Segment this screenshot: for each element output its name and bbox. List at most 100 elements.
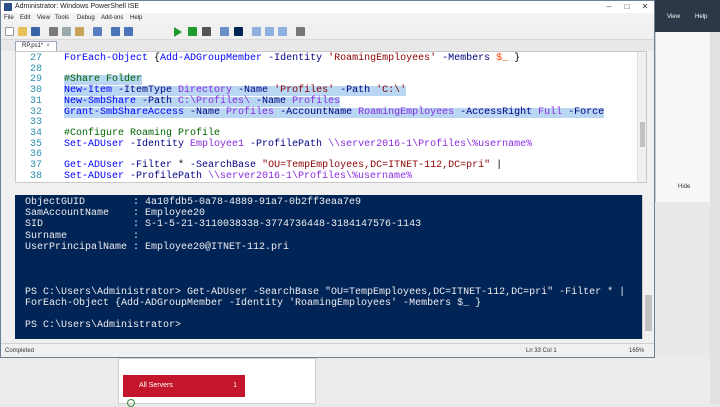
view-menu[interactable]: View [667,14,680,20]
code-token: -ItemType [118,85,179,97]
menu-help[interactable]: Help [130,13,142,24]
copy-icon[interactable] [62,27,71,36]
server-manager-scrollbar[interactable] [710,32,720,404]
menu-tools[interactable]: Tools [55,13,69,24]
script-line[interactable]: 34 #Configure Roaming Profile [16,127,646,139]
script-code: New-Item -ItemType Directory -Name 'Prof… [64,85,407,97]
tab-rp-ps1[interactable]: RP.ps1* × [15,41,57,51]
line-number: 36 [29,149,42,161]
layout2-icon[interactable] [265,27,274,36]
menu-edit[interactable]: Edit [20,13,30,24]
line-number: 34 [29,127,42,139]
minimize-button[interactable]: – [599,1,619,13]
console-line: PS C:\Users\Administrator> [25,320,182,332]
open-icon[interactable] [18,27,27,36]
code-token: -SearchBase [190,160,263,171]
console-line: Surname : [25,230,140,242]
line-number: 38 [29,170,42,182]
layout3-icon[interactable] [278,27,287,36]
console-line: ObjectGUID : 4a10fdb5-0a78-4889-91a7-0b2… [25,197,362,208]
toolbar [1,24,654,40]
code-token: 'RoamingEmployees' [328,53,443,64]
script-line[interactable]: 35 Set-ADUser -Identity Employee1 -Profil… [16,138,646,150]
line-number: 29 [29,74,42,86]
code-token: -Name [190,106,227,118]
menu-debug[interactable]: Debug [77,13,95,24]
console-pane[interactable]: ObjectGUID : 4a10fdb5-0a78-4889-91a7-0b2… [15,195,642,339]
script-line[interactable]: 31 New-SmbShare -Path C:\Profiles\ -Name … [16,95,646,107]
tab-close-icon[interactable]: × [46,43,50,49]
code-token: -ProfilePath [250,138,329,150]
tab-label: RP.ps1* [22,43,44,49]
script-code: ForEach-Object {Add-ADGroupMember -Ident… [64,54,520,64]
console-line: SID : S-1-5-21-3110038338-3774736448-318… [25,219,422,231]
console-line: UserPrincipalName : Employee20@ITNET-112… [25,241,290,253]
line-number: 27 [29,53,42,64]
code-token: -AccessRight [460,106,539,118]
code-token: -Members [442,53,497,64]
code-token: 'C:\' [376,85,407,97]
remote-icon[interactable] [220,27,229,36]
script-line[interactable]: 33 [16,118,646,128]
code-token: Full [538,106,569,118]
code-token: #Share Folder [64,74,143,86]
script-code: Set-ADUser -ProfilePath \\server2016-1\P… [64,170,413,182]
undo-icon[interactable] [111,27,120,36]
line-number: 31 [29,95,42,107]
code-token: \\server2016-1\Profiles\%username% [208,170,413,182]
script-line[interactable]: 36 [16,150,646,160]
console-scrollbar[interactable] [642,195,654,339]
zoom-level[interactable]: 165% [629,344,644,358]
status-text: Completed [5,348,35,354]
script-pane[interactable]: 27 ForEach-Object {Add-ADGroupMember -Ide… [15,51,647,183]
script-line[interactable]: 29 #Share Folder [16,74,646,86]
redo-icon[interactable] [124,27,133,36]
hide-link[interactable]: Hide [678,184,690,190]
server-manager-background [0,358,720,404]
code-token: * [178,160,191,171]
script-line[interactable]: 37 Get-ADUser -Filter * -SearchBase "OU=T… [16,161,646,171]
code-token: Profiles [226,106,281,118]
run-icon[interactable] [174,27,182,37]
line-number: 28 [29,63,42,75]
save-icon[interactable] [31,27,40,36]
console-icon[interactable] [234,27,243,36]
script-line[interactable]: 38 Set-ADUser -ProfilePath \\server2016-1… [16,170,646,182]
powershell-ise-window: Administrator: Windows PowerShell ISE – … [0,0,655,358]
code-token: RoamingEmployees [358,106,461,118]
help-menu[interactable]: Help [695,14,707,20]
code-token: Get-ADUser [64,160,131,171]
all-servers-label: All Servers [139,382,173,389]
menu-bar: File Edit View Tools Debug Add-ons Help [1,13,654,24]
title-bar: Administrator: Windows PowerShell ISE – … [1,1,654,13]
console-line: ForEach-Object {Add-ADGroupMember -Ident… [25,297,482,309]
menu-view[interactable]: View [37,13,50,24]
new-icon[interactable] [5,27,14,36]
cut-icon[interactable] [49,27,58,36]
all-servers-header[interactable]: All Servers 1 [123,375,245,397]
close-window-button[interactable]: ✕ [635,1,655,13]
menu-add-ons[interactable]: Add-ons [101,13,123,24]
clear-icon[interactable] [93,27,102,36]
code-token: -ProfilePath [130,170,209,182]
all-servers-tile[interactable]: All Servers 1 [118,358,316,407]
paste-icon[interactable] [75,27,84,36]
menu-file[interactable]: File [4,13,14,24]
commands-icon[interactable] [296,27,305,36]
code-token: Employee1 [190,138,251,150]
script-code: #Share Folder [64,74,143,86]
maximize-button[interactable]: □ [617,1,637,13]
status-ok-icon [127,399,135,407]
code-token: 'Profiles' [274,85,341,97]
run-selection-icon[interactable] [188,27,197,36]
script-line[interactable]: 27 ForEach-Object {Add-ADGroupMember -Ide… [16,54,646,64]
code-token: New-SmbShare [64,95,143,107]
console-scroll-thumb[interactable] [645,295,652,331]
layout-icon[interactable] [252,27,261,36]
script-line[interactable]: 32 Grant-SmbShareAccess -Name Profiles -A… [16,106,646,118]
code-token: -Path [340,85,377,97]
code-token: #Configure Roaming Profile [64,127,221,139]
stop-icon[interactable] [202,27,211,36]
script-line[interactable]: 30 New-Item -ItemType Directory -Name 'Pr… [16,85,646,97]
script-code: New-SmbShare -Path C:\Profiles\ -Name Pr… [64,95,341,107]
